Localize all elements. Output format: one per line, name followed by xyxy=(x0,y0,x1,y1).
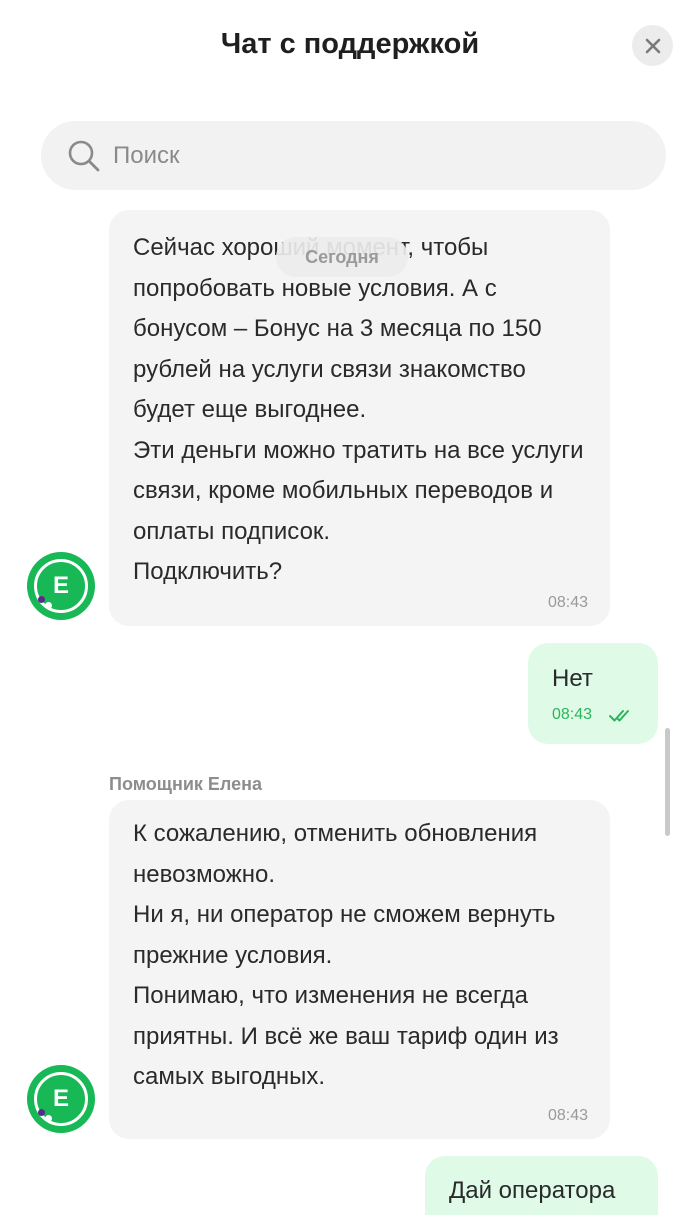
message-text: К сожалению, отменить обновления невозмо… xyxy=(133,814,588,1098)
message-bubble-incoming[interactable]: К сожалению, отменить обновления невозмо… xyxy=(109,800,610,1139)
message-time: 08:43 xyxy=(552,706,593,723)
avatar: E xyxy=(27,1065,95,1133)
message-bubble-outgoing[interactable]: Дай оператора xyxy=(425,1156,658,1215)
message-text: Сейчас хороший момент, чтобы попробовать… xyxy=(133,228,588,593)
message-paragraph: Эти деньги можно тратить на все услуги с… xyxy=(133,436,584,545)
close-icon xyxy=(645,38,660,53)
message-paragraph: Понимаю, что изменения не всегда приятны… xyxy=(133,982,559,1090)
search-icon xyxy=(68,140,100,171)
message-time: 08:43 xyxy=(547,594,588,611)
avatar-dot xyxy=(45,1115,52,1122)
message-bubble-outgoing[interactable]: Нет 08:43 xyxy=(528,643,658,744)
page-title: Чат с поддержкой xyxy=(220,28,480,60)
message-paragraph: К сожалению, отменить обновления невозмо… xyxy=(133,820,538,888)
chat-header: Чат с поддержкой xyxy=(0,0,700,95)
message-paragraph: Подключить? xyxy=(133,558,283,585)
sender-name: Помощник Елена xyxy=(109,774,262,794)
avatar: E xyxy=(27,552,95,620)
avatar-dot xyxy=(38,1109,45,1116)
search-input[interactable] xyxy=(113,141,593,170)
avatar-letter: E xyxy=(52,572,69,599)
close-button[interactable] xyxy=(632,25,673,66)
double-check-icon xyxy=(609,710,629,722)
message-time: 08:43 xyxy=(547,1107,588,1124)
message-list[interactable]: Сейчас хороший момент, чтобы попробовать… xyxy=(0,190,700,1215)
scrollbar[interactable] xyxy=(665,728,670,836)
search-bar[interactable] xyxy=(41,121,666,190)
message-text: Дай оператора xyxy=(449,1177,616,1204)
avatar-letter: E xyxy=(52,1085,69,1112)
message-text: Нет xyxy=(552,665,593,692)
message-paragraph: Ни я, ни оператор не сможем вернуть преж… xyxy=(133,901,556,969)
avatar-dot xyxy=(38,596,45,603)
date-separator: Сегодня xyxy=(276,237,408,277)
avatar-dot xyxy=(45,602,52,609)
